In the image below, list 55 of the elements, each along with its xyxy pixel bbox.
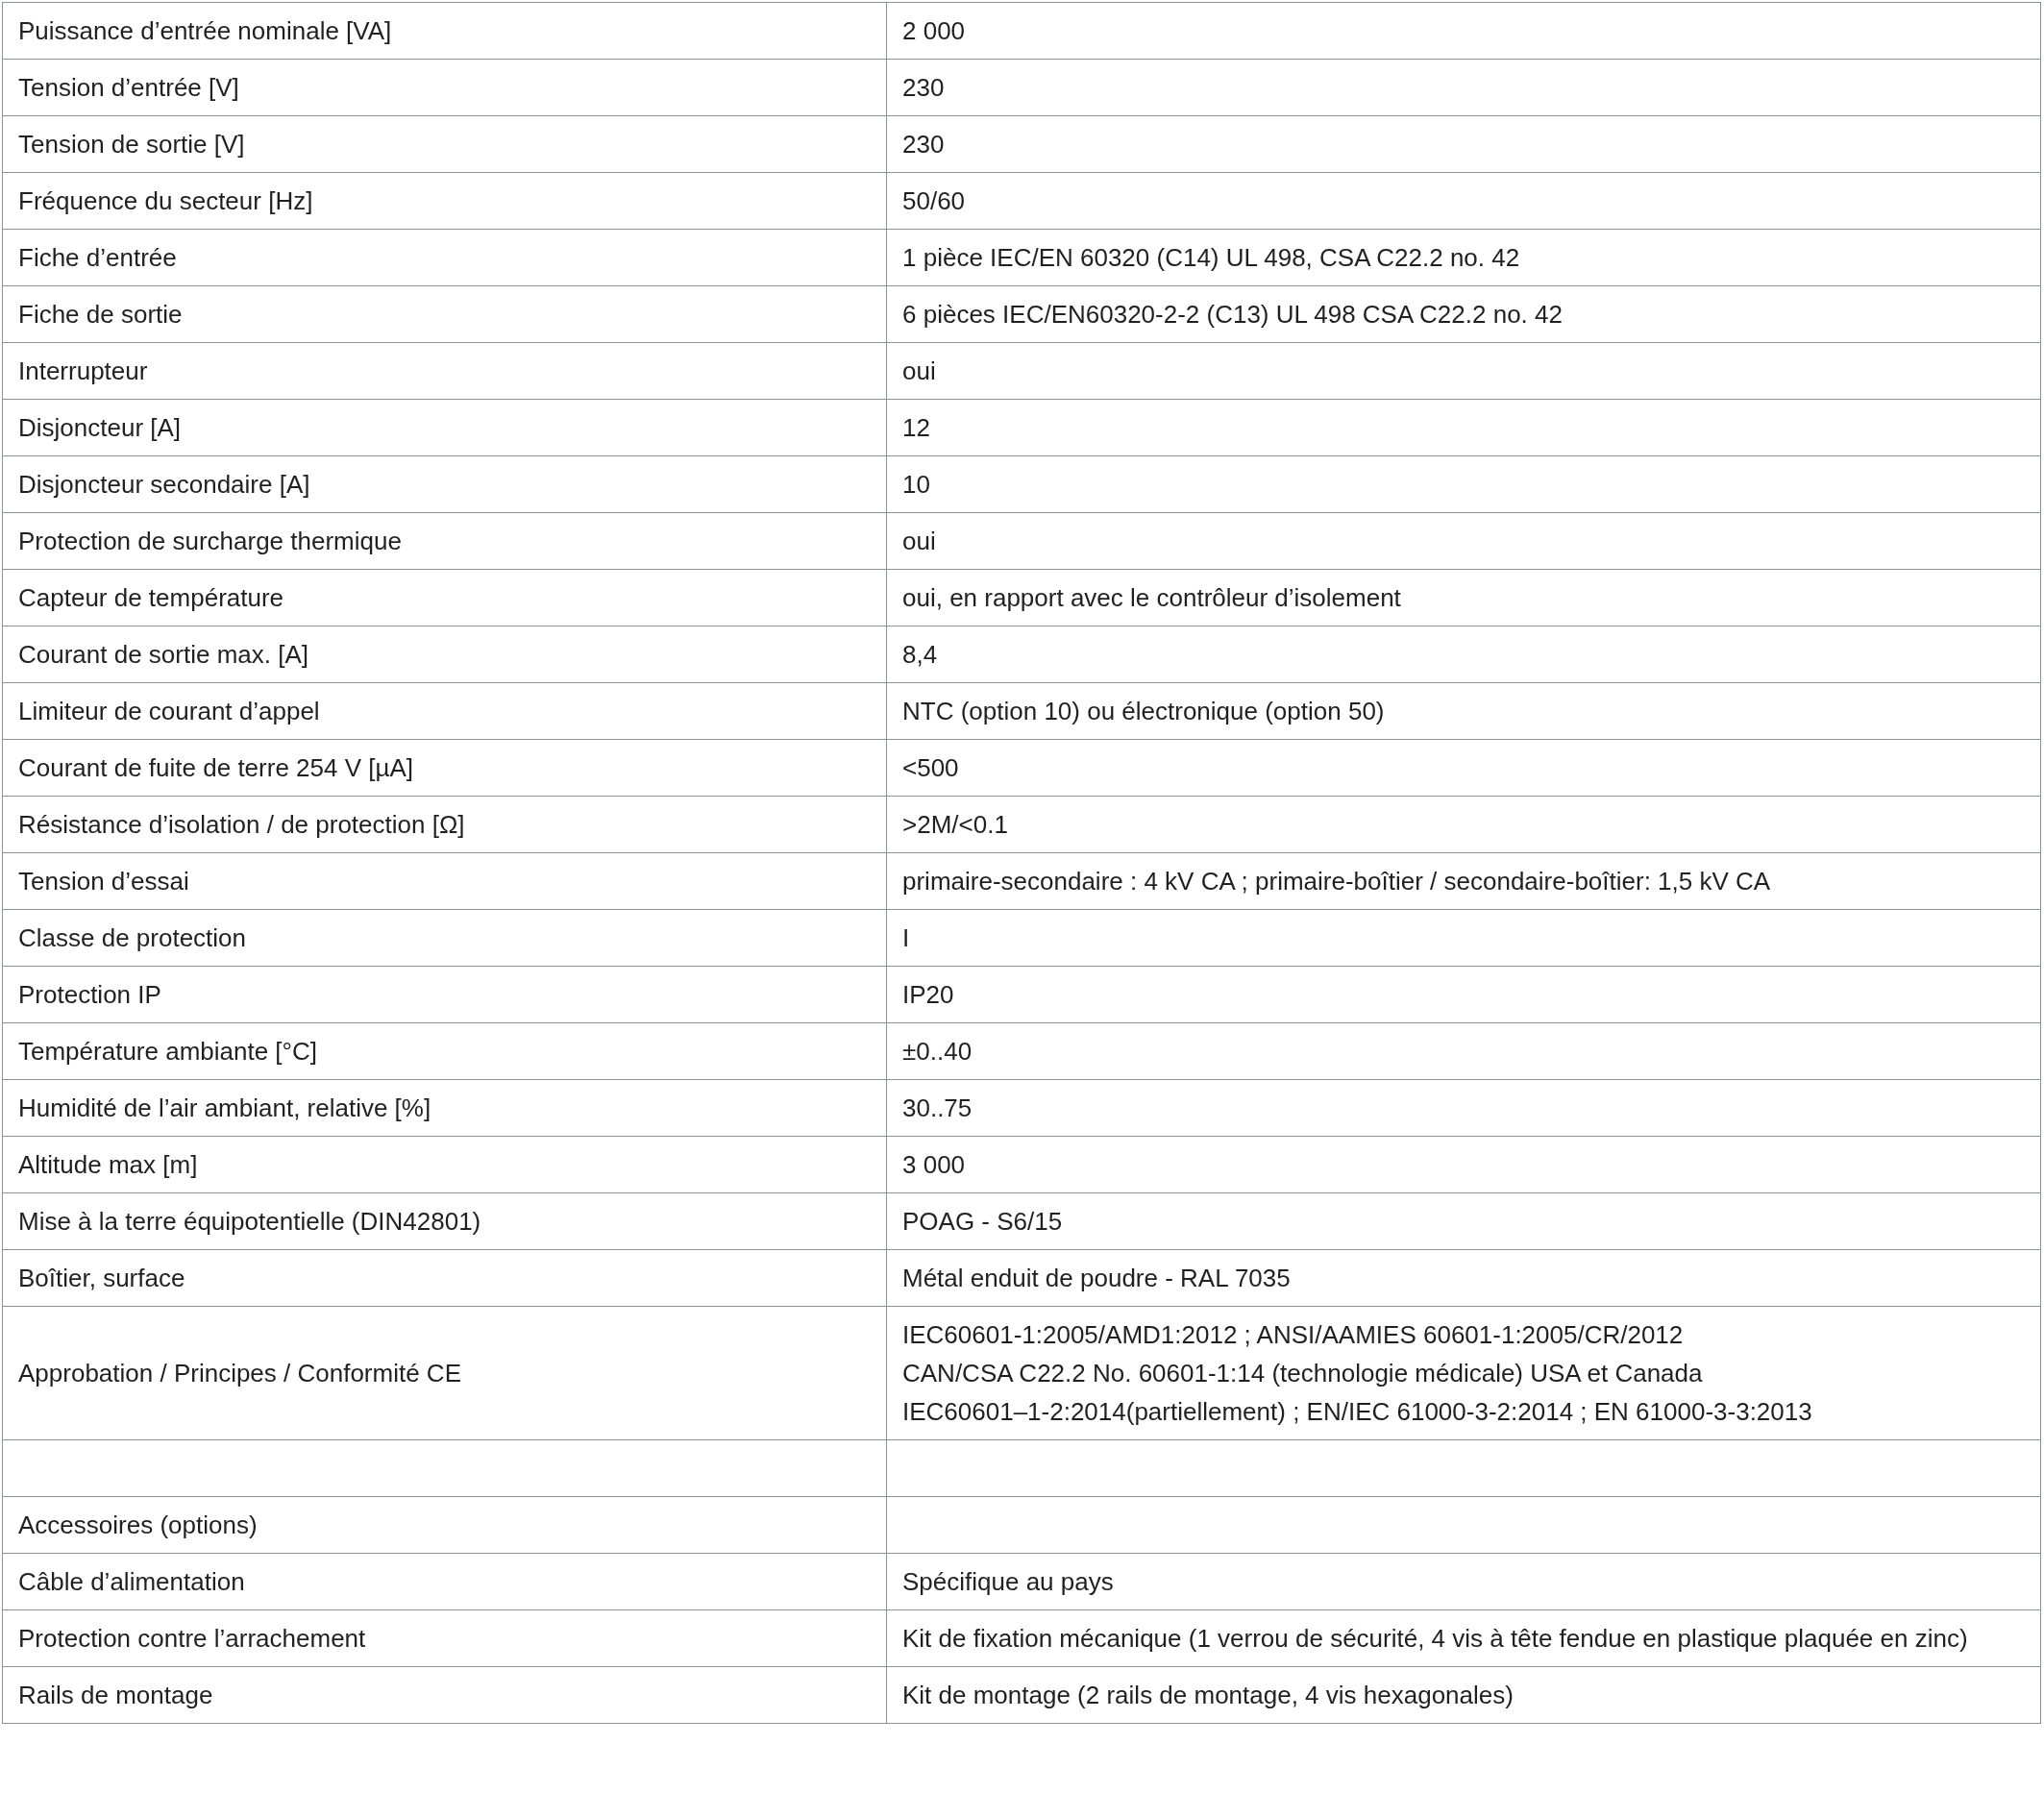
table-cell: Capteur de température bbox=[18, 583, 284, 612]
table-cell-text: I bbox=[902, 922, 911, 954]
table-cell: Approbation / Principes / Conformité CE bbox=[18, 1359, 461, 1388]
table-cell-text: 30..75 bbox=[902, 1093, 973, 1124]
table-cell: Fiche d’entrée bbox=[18, 243, 177, 272]
table-cell-text: oui, en rapport avec le contrôleur d’isolement bbox=[902, 582, 1402, 614]
table-cell: Tension d’entrée [V] bbox=[18, 73, 239, 102]
table-cell-text: IP20 bbox=[902, 979, 955, 1011]
table-cell: Classe de protection bbox=[18, 923, 247, 952]
table-cell: Tension d’essai bbox=[18, 867, 189, 896]
table-cell: Puissance d’entrée nominale [VA] bbox=[18, 16, 392, 45]
table-cell: Rails de montage bbox=[18, 1681, 213, 1709]
table-cell: Mise à la terre équipotentielle (DIN42801) bbox=[18, 1207, 481, 1236]
table-cell-text: Métal enduit de poudre - RAL 7035 bbox=[902, 1263, 1292, 1294]
table-cell-text: 230 bbox=[902, 129, 946, 160]
table-cell: Tension de sortie [V] bbox=[18, 130, 245, 159]
table-cell-text: 1 pièce IEC/EN 60320 (C14) UL 498, CSA C22.2 no. 42 bbox=[902, 242, 1521, 274]
table-cell-text: Kit de fixation mécanique (1 verrou de sécurité, 4 vis à tête fendue en plastique plaquée en zinc) bbox=[902, 1623, 1969, 1655]
table-cell: Courant de fuite de terre 254 V [µA] bbox=[18, 753, 413, 782]
table-cell: Disjoncteur secondaire [A] bbox=[18, 470, 310, 499]
table-cell-text: Kit de montage (2 rails de montage, 4 vis hexagonales) bbox=[902, 1680, 1515, 1711]
table-cell-text: primaire-secondaire : 4 kV CA ; primaire-boîtier / secondaire-boîtier: 1,5 kV CA bbox=[902, 866, 1772, 897]
table-cell: Limiteur de courant d’appel bbox=[18, 697, 320, 725]
table-cell-text: 12 bbox=[902, 412, 931, 444]
table-cell: Boîtier, surface bbox=[18, 1264, 185, 1292]
table-cell: Température ambiante [°C] bbox=[18, 1037, 317, 1066]
table-cell: Protection IP bbox=[18, 980, 161, 1009]
table-cell: Humidité de l’air ambiant, relative [%] bbox=[18, 1093, 431, 1122]
table-cell: Interrupteur bbox=[18, 356, 148, 385]
table-cell: Fréquence du secteur [Hz] bbox=[18, 186, 313, 215]
table-cell-text: oui bbox=[902, 526, 937, 557]
table-cell: Résistance d’isolation / de protection [Ω] bbox=[18, 810, 465, 839]
table-cell-text: 50/60 bbox=[902, 185, 967, 217]
table-cell-text: IEC60601-1:2005/AMD1:2012 ; ANSI/AAMIES 60601-1:2005/CR/2012 CAN/CSA C22.2 No. 60601-1:14 (technologie médicale) USA et Canada IEC60601–1-2:2014(partiellement) ; EN/IEC 61000-3-2:2014 ; EN 61000-3-3:2013 bbox=[902, 1319, 1813, 1428]
table-cell-text: 230 bbox=[902, 72, 946, 104]
table-cell: Courant de sortie max. [A] bbox=[18, 640, 309, 669]
table-cell: Disjoncteur [A] bbox=[18, 413, 182, 442]
table-cell: Fiche de sortie bbox=[18, 300, 183, 329]
table-cell: Altitude max [m] bbox=[18, 1150, 198, 1179]
table-cell-text: POAG - S6/15 bbox=[902, 1206, 1064, 1238]
table-cell: Protection contre l’arrachement bbox=[18, 1624, 366, 1653]
table-cell-text: >2M/<0.1 bbox=[902, 809, 1009, 841]
table-cell-text: 2 000 bbox=[902, 15, 967, 47]
table-cell-text: oui bbox=[902, 356, 937, 387]
table-cell: Câble d’alimentation bbox=[18, 1567, 245, 1596]
table-cell-text: 8,4 bbox=[902, 639, 939, 671]
table-cell-text: 3 000 bbox=[902, 1149, 967, 1181]
table-cell: Accessoires (options) bbox=[18, 1511, 258, 1539]
table-cell: Protection de surcharge thermique bbox=[18, 527, 402, 555]
table-cell-text: <500 bbox=[902, 752, 960, 784]
table-cell-text: 10 bbox=[902, 469, 931, 501]
table-cell-text: 6 pièces IEC/EN60320-2-2 (C13) UL 498 CSA C22.2 no. 42 bbox=[902, 299, 1564, 331]
table-cell-text: Spécifique au pays bbox=[902, 1566, 1115, 1598]
table-cell-text: NTC (option 10) ou électronique (option 50) bbox=[902, 696, 1386, 727]
table-cell-text: ±0..40 bbox=[902, 1036, 973, 1068]
